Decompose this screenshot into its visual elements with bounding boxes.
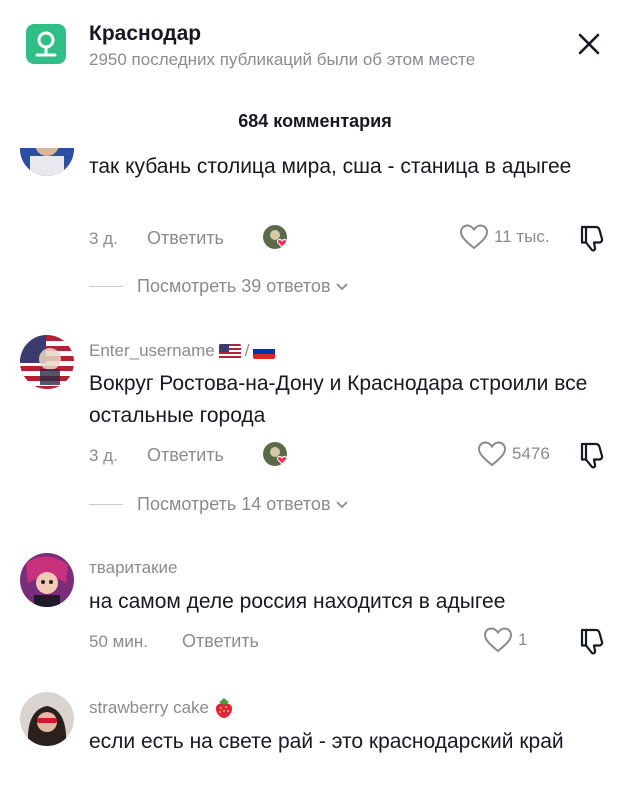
reply-button[interactable]: Ответить [147,228,224,249]
like-count: 11 тыс. [494,227,550,246]
chevron-down-icon [335,282,348,290]
russia-flag-icon [253,343,276,359]
like-count: 5476 [512,444,550,463]
like-count: 1 [518,630,528,649]
close-icon[interactable] [573,28,605,60]
dislike-icon[interactable] [577,440,607,470]
comment-time: 3 д. [89,446,118,465]
dislike-icon[interactable] [577,223,607,253]
map-pin-icon [26,24,66,64]
chevron-down-icon [335,500,348,508]
view-replies-button[interactable]: Посмотреть 14 ответов [89,494,349,515]
creator-liked-badge [262,441,290,469]
reply-button[interactable]: Ответить [147,445,224,466]
view-replies-label: Посмотреть 39 ответов [137,276,331,296]
like-button[interactable]: 1 [484,627,527,653]
comments-count-title: 684 комментария [238,111,392,131]
heart-icon [460,224,488,250]
comment-time: 3 д. [89,229,118,248]
avatar[interactable] [20,335,74,389]
view-replies-button[interactable]: Посмотреть 39 ответов [89,276,349,297]
comment-time: 50 мин. [89,632,148,651]
comment-text: так кубань столица мира, сша - станица в… [89,155,572,178]
like-button[interactable]: 11 тыс. [460,224,550,250]
dislike-icon[interactable] [577,626,607,656]
comment-text: если есть на свете рай - это краснодарск… [89,730,564,753]
comment-text: на самом деле россия находится в адыгее [89,590,506,613]
us-flag-icon [218,343,241,359]
creator-liked-badge [262,224,290,252]
avatar[interactable] [20,692,74,746]
view-replies-label: Посмотреть 14 ответов [137,494,331,514]
comment-text: Вокруг Ростова-на-Дону и Краснодара стро… [89,372,588,427]
reply-button[interactable]: Ответить [182,631,259,652]
location-header[interactable]: Краснодар 2950 последних публикаций были… [0,0,630,110]
comment-username[interactable]: strawberry cake [89,697,235,719]
comments-sheet: Краснодар 2950 последних публикаций были… [0,0,630,800]
strawberry-icon [213,697,235,719]
avatar[interactable] [20,553,74,607]
comment-username[interactable]: Enter_username / [89,341,276,361]
location-subtitle: 2950 последних публикаций были об этом м… [89,50,476,69]
heart-icon [478,441,506,467]
comment-username[interactable]: тваритакие [89,558,177,578]
heart-icon [484,627,512,653]
like-button[interactable]: 5476 [478,441,550,467]
location-title[interactable]: Краснодар [89,22,201,46]
